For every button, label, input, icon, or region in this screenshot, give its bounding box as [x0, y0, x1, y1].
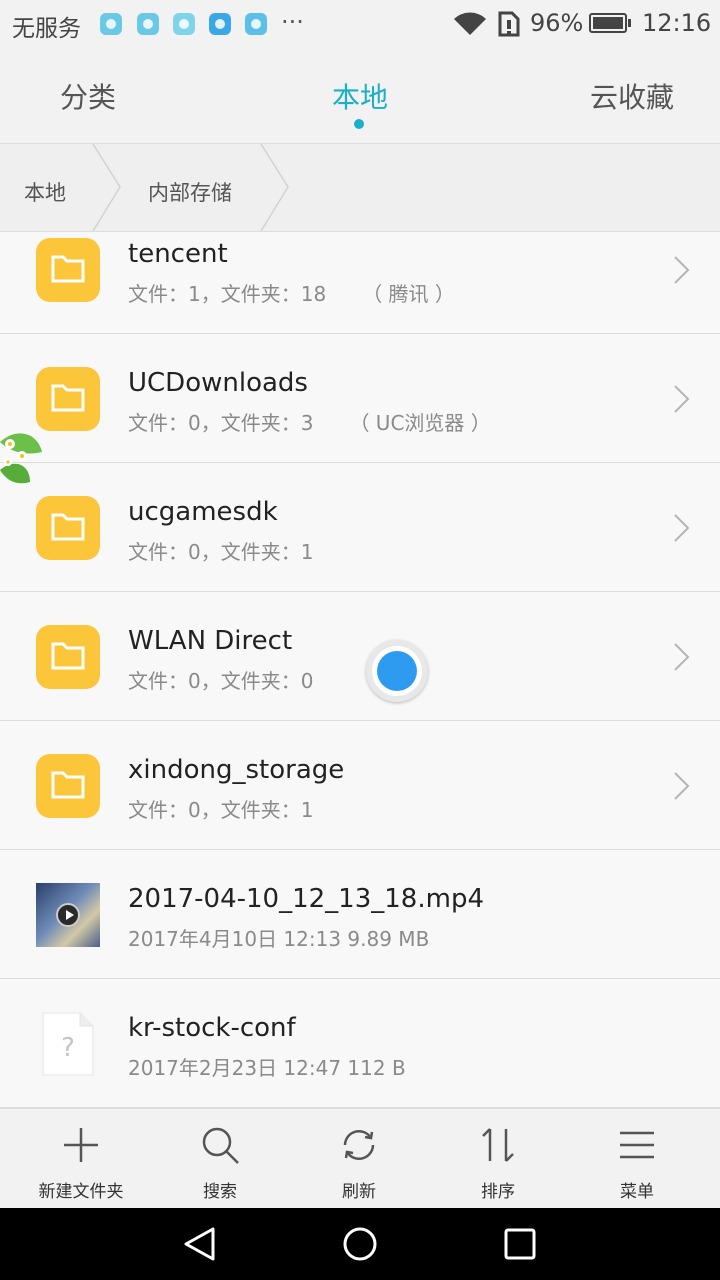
chevron-right-icon — [674, 385, 690, 413]
item-name: tencent — [128, 239, 228, 269]
clock: 12:16 — [642, 9, 712, 37]
status-bar: 无服务 ··· 96% 12:16 — [0, 0, 720, 50]
folder-icon — [36, 754, 100, 818]
bottom-toolbar: 新建文件夹 搜索 刷新 排序 菜单 — [0, 1108, 720, 1209]
tab-categories[interactable]: 分类 — [60, 76, 116, 116]
folder-icon — [36, 496, 100, 560]
item-info: 文件：0，文件夹：3 （ UC浏览器 ） — [128, 407, 491, 436]
search-icon — [202, 1127, 239, 1164]
chevron-right-icon — [674, 643, 690, 671]
folder-icon — [36, 238, 100, 302]
item-info: 2017年2月23日 12:47 112 B — [128, 1056, 406, 1080]
folder-icon — [36, 625, 100, 689]
list-item-folder-ucdownloads[interactable]: UCDownloads 文件：0，文件夹：3 （ UC浏览器 ） — [0, 335, 720, 463]
file-list[interactable]: tencent 文件：1，文件夹：18 （ 腾讯 ） UCDownloads 文件… — [0, 232, 720, 1108]
item-name: kr-stock-conf — [128, 1013, 296, 1043]
breadcrumb-separator-icon — [260, 144, 289, 231]
refresh-label: 刷新 — [342, 1182, 376, 1202]
menu-label: 菜单 — [620, 1182, 654, 1202]
notification-app-icon — [245, 13, 267, 35]
notification-app-icon — [209, 13, 231, 35]
active-tab-indicator — [354, 119, 364, 129]
item-info: 文件：0，文件夹：1 — [128, 798, 314, 822]
menu-icon — [620, 1131, 654, 1159]
home-icon[interactable] — [342, 1226, 378, 1262]
search-button[interactable]: 搜索 — [148, 1109, 292, 1209]
svg-text:?: ? — [61, 1033, 75, 1063]
carrier-text: 无服务 — [12, 16, 81, 42]
item-name: UCDownloads — [128, 368, 308, 398]
sim-card-icon — [498, 11, 520, 37]
notification-app-icon — [173, 13, 195, 35]
chevron-right-icon — [674, 514, 690, 542]
notification-app-icon — [100, 13, 122, 35]
chevron-right-icon — [674, 772, 690, 800]
floating-assistant-button[interactable] — [366, 640, 428, 702]
notification-app-icon — [137, 13, 159, 35]
breadcrumb: 本地 内部存储 — [0, 144, 720, 232]
refresh-icon — [343, 1129, 375, 1161]
wifi-icon — [454, 12, 486, 35]
item-name: ucgamesdk — [128, 497, 278, 527]
item-app-note: （ UC浏览器 ） — [349, 411, 491, 435]
back-icon[interactable] — [182, 1226, 218, 1262]
list-item-folder-xindong-storage[interactable]: xindong_storage 文件：0，文件夹：1 — [0, 722, 720, 850]
list-item-folder-ucgamesdk[interactable]: ucgamesdk 文件：0，文件夹：1 — [0, 464, 720, 592]
system-navigation-bar — [0, 1208, 720, 1280]
plus-icon — [64, 1128, 98, 1162]
video-thumbnail — [36, 883, 100, 947]
more-notifications-icon: ··· — [281, 8, 304, 36]
item-info: 文件：0，文件夹：1 — [128, 540, 314, 564]
menu-button[interactable]: 菜单 — [565, 1109, 709, 1209]
refresh-button[interactable]: 刷新 — [287, 1109, 431, 1209]
play-icon — [56, 903, 80, 927]
new-folder-label: 新建文件夹 — [38, 1182, 124, 1202]
tab-cloud-favorites[interactable]: 云收藏 — [590, 76, 674, 116]
decorative-leaves-icon — [0, 433, 42, 484]
sort-button[interactable]: 排序 — [426, 1109, 570, 1209]
item-name: 2017-04-10_12_13_18.mp4 — [128, 884, 484, 914]
list-item-file[interactable]: ? kr-stock-conf 2017年2月23日 12:47 112 B — [0, 980, 720, 1108]
breadcrumb-item-internal-storage[interactable]: 内部存储 — [148, 177, 232, 207]
item-info: 文件：0，文件夹：0 — [128, 669, 314, 693]
recent-apps-icon[interactable] — [503, 1227, 537, 1261]
sort-label: 排序 — [481, 1182, 515, 1202]
item-info: 文件：1，文件夹：18 （ 腾讯 ） — [128, 278, 455, 307]
battery-percent: 96% — [530, 9, 584, 37]
search-label: 搜索 — [203, 1182, 237, 1202]
sort-icon — [482, 1128, 514, 1162]
item-name: WLAN Direct — [128, 626, 293, 656]
chevron-right-icon — [674, 256, 690, 284]
folder-icon — [36, 367, 100, 431]
list-item-folder-tencent[interactable]: tencent 文件：1，文件夹：18 （ 腾讯 ） — [0, 232, 720, 334]
list-item-folder-wlan-direct[interactable]: WLAN Direct 文件：0，文件夹：0 — [0, 593, 720, 721]
breadcrumb-item-local[interactable]: 本地 — [24, 177, 66, 207]
tab-local[interactable]: 本地 — [332, 76, 388, 116]
breadcrumb-separator-icon — [92, 144, 121, 231]
item-name: xindong_storage — [128, 755, 345, 785]
category-tabs: 分类 本地 云收藏 — [0, 50, 720, 144]
unknown-file-icon: ? — [42, 1012, 94, 1076]
list-item-video-file[interactable]: 2017-04-10_12_13_18.mp4 2017年4月10日 12:13… — [0, 851, 720, 979]
battery-icon — [589, 13, 631, 33]
new-folder-button[interactable]: 新建文件夹 — [9, 1109, 153, 1209]
item-info: 2017年4月10日 12:13 9.89 MB — [128, 927, 430, 951]
item-app-note: （ 腾讯 ） — [362, 282, 455, 306]
